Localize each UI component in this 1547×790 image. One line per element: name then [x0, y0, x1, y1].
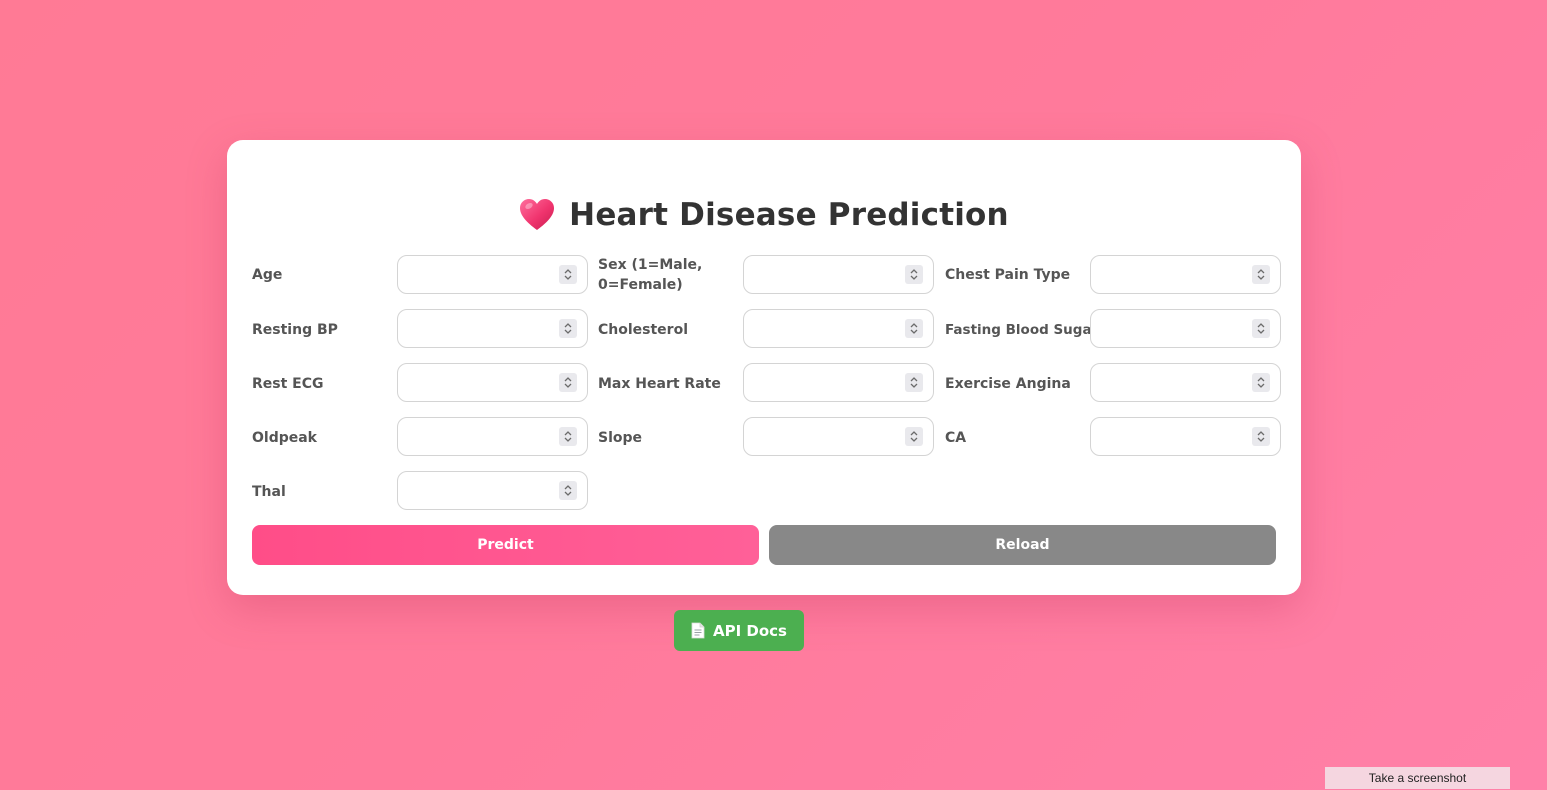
- spinner-icon[interactable]: [1252, 373, 1270, 392]
- spinner-icon[interactable]: [905, 265, 923, 284]
- label-exercise-angina: Exercise Angina: [945, 376, 1071, 392]
- cholesterol-input[interactable]: [743, 309, 934, 348]
- label-thal: Thal: [252, 484, 286, 500]
- oldpeak-input[interactable]: [397, 417, 588, 456]
- spinner-icon[interactable]: [1252, 427, 1270, 446]
- label-age: Age: [252, 267, 283, 283]
- title-text: Heart Disease Prediction: [569, 197, 1009, 233]
- age-input[interactable]: [397, 255, 588, 294]
- spinner-icon[interactable]: [559, 319, 577, 338]
- label-max-heart-rate: Max Heart Rate: [598, 376, 721, 392]
- take-screenshot-button[interactable]: Take a screenshot: [1325, 767, 1510, 789]
- api-docs-button[interactable]: API Docs: [674, 610, 804, 651]
- spinner-icon[interactable]: [905, 427, 923, 446]
- chest-pain-type-input[interactable]: [1090, 255, 1281, 294]
- api-docs-label: API Docs: [713, 621, 787, 640]
- exercise-angina-input[interactable]: [1090, 363, 1281, 402]
- spinner-icon[interactable]: [559, 373, 577, 392]
- label-slope: Slope: [598, 430, 643, 446]
- heart-icon: [520, 199, 555, 230]
- page-title: Heart Disease Prediction: [227, 194, 1301, 236]
- document-icon: [691, 622, 705, 639]
- label-oldpeak: Oldpeak: [252, 430, 317, 446]
- rest-ecg-input[interactable]: [397, 363, 588, 402]
- sex-input[interactable]: [743, 255, 934, 294]
- spinner-icon[interactable]: [1252, 319, 1270, 338]
- spinner-icon[interactable]: [559, 427, 577, 446]
- ca-input[interactable]: [1090, 417, 1281, 456]
- thal-input[interactable]: [397, 471, 588, 510]
- spinner-icon[interactable]: [905, 373, 923, 392]
- label-resting-bp: Resting BP: [252, 322, 338, 338]
- spinner-icon[interactable]: [559, 481, 577, 500]
- spinner-icon[interactable]: [1252, 265, 1270, 284]
- label-chest-pain-type: Chest Pain Type: [945, 267, 1071, 283]
- label-fasting-blood-sugar: Fasting Blood Sugar: [945, 322, 1099, 338]
- resting-bp-input[interactable]: [397, 309, 588, 348]
- label-ca: CA: [945, 430, 967, 446]
- label-rest-ecg: Rest ECG: [252, 376, 324, 392]
- spinner-icon[interactable]: [559, 265, 577, 284]
- slope-input[interactable]: [743, 417, 934, 456]
- label-sex: Sex (1=Male, 0=Female): [598, 257, 703, 293]
- label-cholesterol: Cholesterol: [598, 322, 688, 338]
- max-heart-rate-input[interactable]: [743, 363, 934, 402]
- prediction-card: Heart Disease Prediction Age Sex (1=Male…: [227, 140, 1301, 595]
- spinner-icon[interactable]: [905, 319, 923, 338]
- predict-button[interactable]: Predict: [252, 525, 759, 565]
- reload-button[interactable]: Reload: [769, 525, 1276, 565]
- fasting-blood-sugar-input[interactable]: [1090, 309, 1281, 348]
